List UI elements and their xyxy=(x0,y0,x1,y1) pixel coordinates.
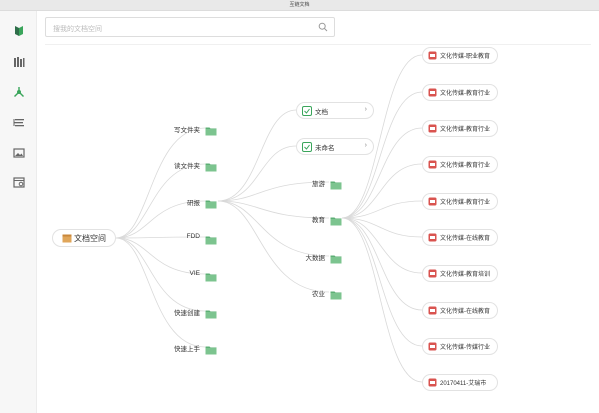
folder-icon[interactable] xyxy=(205,235,217,245)
calendar-icon[interactable] xyxy=(10,173,28,191)
document-node[interactable]: 文化传媒-教育培训 xyxy=(422,265,498,282)
pdf-icon xyxy=(428,233,437,242)
window-title: 互链文档 xyxy=(0,0,599,11)
document-node[interactable]: 文化传媒-教育行业 xyxy=(422,156,498,173)
document-label: 文化传媒-职业教育 xyxy=(440,54,490,60)
box-icon xyxy=(62,234,72,242)
library-icon[interactable] xyxy=(10,53,28,71)
folder-label: 读文件夹 xyxy=(174,163,200,170)
mindmap-file-icon xyxy=(302,141,312,152)
folder-label: 研报 xyxy=(187,200,200,207)
main-content xyxy=(37,11,599,413)
folder-node[interactable] xyxy=(205,123,217,136)
search-icon[interactable] xyxy=(318,22,328,32)
document-label: 文化传媒-教育行业 xyxy=(440,127,490,133)
chevron-right-icon[interactable]: › xyxy=(365,106,367,113)
folder-icon[interactable] xyxy=(205,199,217,209)
folder-label: VIE xyxy=(189,270,200,277)
folder-label: 农业 xyxy=(312,291,325,298)
list-icon[interactable] xyxy=(10,114,28,132)
folder-label: FDD xyxy=(186,233,200,240)
folder-icon[interactable] xyxy=(205,345,217,355)
document-label: 文化传媒-教育行业 xyxy=(440,91,490,97)
folder-icon[interactable] xyxy=(330,180,342,190)
document-node[interactable]: 文化传媒-职业教育 xyxy=(422,47,498,64)
folder-node[interactable] xyxy=(205,306,217,319)
pdf-icon xyxy=(428,342,437,351)
node-label: 文档 xyxy=(315,108,328,116)
node-label: 未命名 xyxy=(315,144,335,152)
folder-icon[interactable] xyxy=(330,216,342,226)
document-node[interactable]: 20170411-艾瑞市 xyxy=(422,374,498,391)
mindmap-node[interactable]: 未命名 › xyxy=(296,138,374,155)
folder-label: 快速上手 xyxy=(174,346,200,353)
document-node[interactable]: 文化传媒-教育行业 xyxy=(422,120,498,137)
document-node[interactable]: 文化传媒-教育行业 xyxy=(422,193,498,210)
folder-node[interactable] xyxy=(205,232,217,245)
folder-node[interactable] xyxy=(330,287,342,300)
pdf-icon xyxy=(428,51,437,60)
folder-icon[interactable] xyxy=(205,309,217,319)
chevron-right-icon[interactable]: › xyxy=(365,142,367,149)
root-label: 文档空间 xyxy=(74,233,106,243)
folder-node[interactable] xyxy=(205,269,217,282)
document-label: 文化传媒-传媒行业 xyxy=(440,345,490,351)
document-label: 文化传媒-教育行业 xyxy=(440,200,490,206)
folder-icon[interactable] xyxy=(205,162,217,172)
pdf-icon xyxy=(428,124,437,133)
folder-icon[interactable] xyxy=(205,126,217,136)
document-node[interactable]: 文化传媒-在线教育 xyxy=(422,302,498,319)
folder-icon[interactable] xyxy=(330,290,342,300)
mindmap-file-icon xyxy=(302,105,312,116)
search-input[interactable] xyxy=(46,20,306,39)
folder-label: 写文件夹 xyxy=(174,127,200,134)
pdf-icon xyxy=(428,88,437,97)
folder-label: 快速创建 xyxy=(174,310,200,317)
folder-label: 旅游 xyxy=(312,181,325,188)
mindmap-icon[interactable] xyxy=(10,83,28,101)
pdf-icon xyxy=(428,160,437,169)
app-window: 互链文档 搜我的文档空间 文档空间 写文件夹 读文件夹 研报 FDD VIE 快… xyxy=(0,0,599,413)
folder-label: 教育 xyxy=(312,217,325,224)
document-label: 文化传媒-教育培训 xyxy=(440,272,490,278)
folder-label: 大数据 xyxy=(305,255,326,262)
pdf-icon xyxy=(428,378,437,387)
divider xyxy=(45,44,591,45)
pdf-icon xyxy=(428,306,437,315)
root-node[interactable]: 文档空间 xyxy=(52,229,116,247)
folder-icon[interactable] xyxy=(205,272,217,282)
sidebar xyxy=(0,11,37,413)
document-node[interactable]: 文化传媒-传媒行业 xyxy=(422,338,498,355)
folder-node[interactable] xyxy=(205,159,217,172)
pdf-icon xyxy=(428,197,437,206)
folder-node[interactable] xyxy=(205,196,217,209)
document-label: 20170411-艾瑞市 xyxy=(440,381,487,387)
search-bar xyxy=(45,17,335,39)
app-logo-icon[interactable] xyxy=(10,22,28,40)
document-node[interactable]: 文化传媒-教育行业 xyxy=(422,84,498,101)
document-node[interactable]: 文化传媒-在线教育 xyxy=(422,229,498,246)
document-label: 文化传媒-在线教育 xyxy=(440,309,490,315)
folder-node[interactable] xyxy=(330,251,342,264)
document-label: 文化传媒-教育行业 xyxy=(440,163,490,169)
folder-node[interactable] xyxy=(330,213,342,226)
folder-node[interactable] xyxy=(205,342,217,355)
pdf-icon xyxy=(428,269,437,278)
document-label: 文化传媒-在线教育 xyxy=(440,236,490,242)
image-icon[interactable] xyxy=(10,144,28,162)
folder-node[interactable] xyxy=(330,177,342,190)
mindmap-node[interactable]: 文档 › xyxy=(296,102,374,119)
folder-icon[interactable] xyxy=(330,254,342,264)
